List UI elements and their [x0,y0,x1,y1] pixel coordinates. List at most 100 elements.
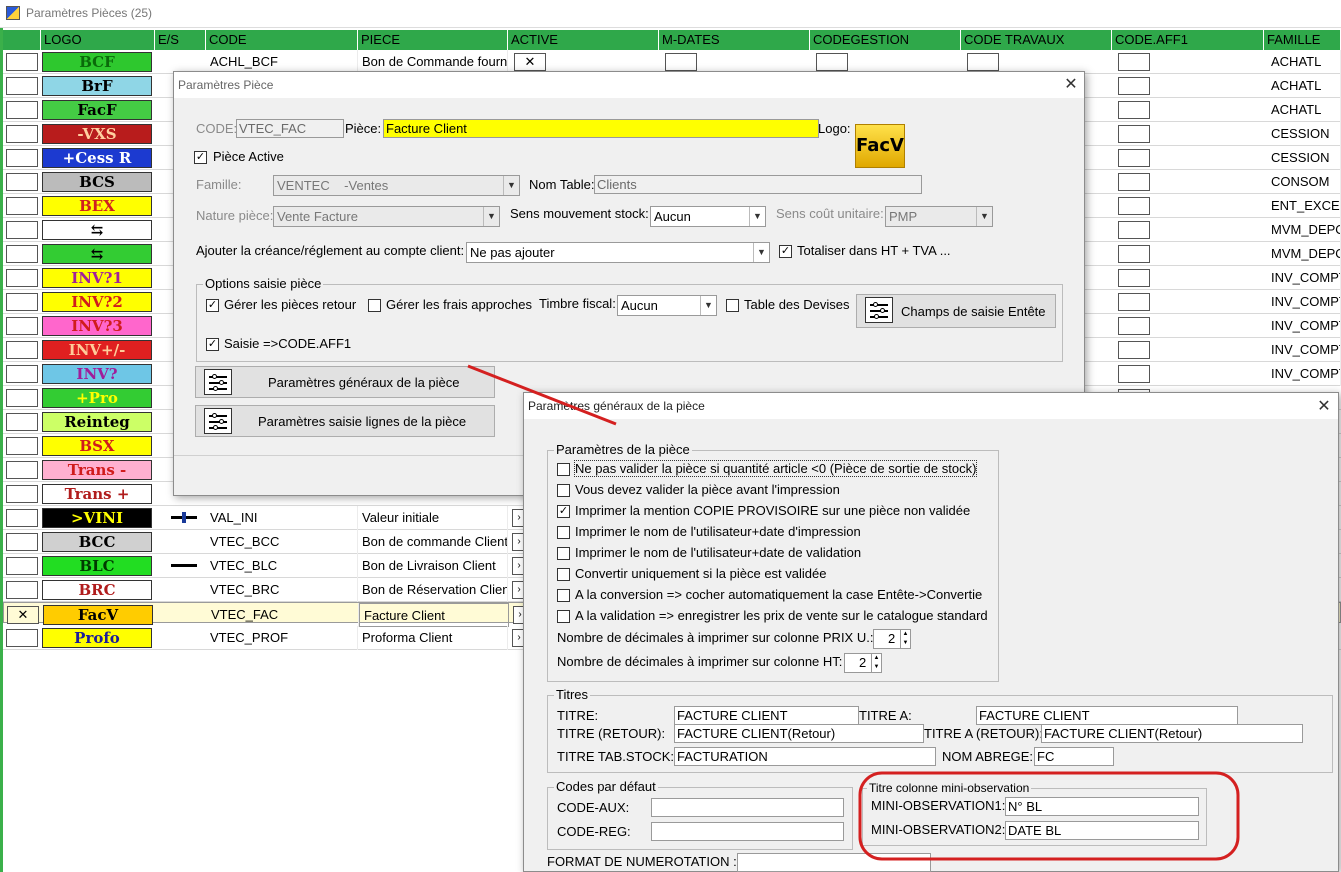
row-select-checkbox[interactable] [6,389,38,407]
totaliser-checkbox[interactable]: ✓ [779,245,792,258]
spin-down-icon[interactable]: ▼ [871,663,881,672]
param-checkbox[interactable] [557,463,570,476]
titre-a-retour-field[interactable]: FACTURE CLIENT(Retour) [1041,724,1303,743]
row-select-checkbox[interactable] [6,341,38,359]
close-icon[interactable]: ✕ [1061,74,1081,94]
saisie-aff-checkbox[interactable]: ✓ [206,338,219,351]
row-select-checkbox[interactable] [6,461,38,479]
row-select-checkbox[interactable] [6,77,38,95]
piece-field[interactable]: Facture Client [383,119,819,138]
format-numerotation-field[interactable] [737,853,931,872]
row-select-checkbox[interactable] [6,365,38,383]
column-header-code[interactable]: CODE [206,30,358,50]
column-header-e-s[interactable]: E/S [155,30,206,50]
params-lignes-button[interactable]: Paramètres saisie lignes de la pièce [195,405,495,437]
active-checkbox[interactable]: ✕ [514,53,546,71]
mini1-field[interactable]: N° BL [1005,797,1199,816]
row-select-checkbox[interactable]: ✕ [7,606,39,624]
param-checkbox[interactable] [557,484,570,497]
row-select-checkbox[interactable] [6,437,38,455]
row-select-checkbox[interactable] [6,629,38,647]
code-aff1-checkbox[interactable] [1118,173,1150,191]
params-generaux-button[interactable]: Paramètres généraux de la pièce [195,366,495,398]
code-aff1-checkbox[interactable] [1118,341,1150,359]
row-select-checkbox[interactable] [6,413,38,431]
column-header-logo[interactable]: LOGO [41,30,155,50]
code-aff1-checkbox[interactable] [1118,365,1150,383]
param-checkbox[interactable]: ✓ [557,505,570,518]
code-aff1-checkbox[interactable] [1118,53,1150,71]
column-header-famille[interactable]: FAMILLE [1264,30,1341,50]
code-aff1-checkbox[interactable] [1118,269,1150,287]
code-aff1-checkbox[interactable] [1118,77,1150,95]
param-checkbox[interactable] [557,589,570,602]
ajouter-select[interactable]: Ne pas ajouter ▼ [466,242,770,263]
nom-table-field[interactable]: Clients [594,175,922,194]
mdates-checkbox[interactable] [665,53,697,71]
code-aux-field[interactable] [651,798,844,817]
sens-stock-select[interactable]: Aucun ▼ [650,206,766,227]
code-reg-field[interactable] [651,822,844,841]
row-select-checkbox[interactable] [6,173,38,191]
code-aff1-checkbox[interactable] [1118,293,1150,311]
mini2-field[interactable]: DATE BL [1005,821,1199,840]
piece-active-checkbox[interactable]: ✓ [194,151,207,164]
titre-field[interactable]: FACTURE CLIENT [674,706,859,725]
nom-abrege-field[interactable]: FC [1034,747,1114,766]
param-checkbox[interactable] [557,568,570,581]
nature-select[interactable]: Vente Facture ▼ [273,206,500,227]
column-header-select[interactable] [3,30,41,50]
sens-cout-select[interactable]: PMP ▼ [885,206,993,227]
code-field[interactable]: VTEC_FAC [236,119,344,138]
code-aff1-checkbox[interactable] [1118,125,1150,143]
code-aff1-checkbox[interactable] [1118,221,1150,239]
code-aff1-checkbox[interactable] [1118,101,1150,119]
gerer-retour-checkbox[interactable]: ✓ [206,299,219,312]
code-aff1-checkbox[interactable] [1118,149,1150,167]
spin-down-icon[interactable]: ▼ [900,639,910,648]
code-aff1-checkbox[interactable] [1118,317,1150,335]
code-aff1-checkbox[interactable] [1118,197,1150,215]
row-select-checkbox[interactable] [6,53,38,71]
table-devises-checkbox[interactable] [726,299,739,312]
param-checkbox[interactable] [557,547,570,560]
row-select-checkbox[interactable] [6,101,38,119]
logo-preview[interactable]: FacV [855,124,905,168]
titre-retour-field[interactable]: FACTURE CLIENT(Retour) [674,724,924,743]
row-select-checkbox[interactable] [6,557,38,575]
row-select-checkbox[interactable] [6,509,38,527]
row-select-checkbox[interactable] [6,581,38,599]
titre-a-field[interactable]: FACTURE CLIENT [976,706,1238,725]
row-select-checkbox[interactable] [6,317,38,335]
column-header-piece[interactable]: PIECE [358,30,508,50]
row-select-checkbox[interactable] [6,125,38,143]
timbre-select[interactable]: Aucun ▼ [617,295,717,316]
spin-up-icon[interactable]: ▲ [900,630,910,639]
column-header-m-dates[interactable]: M-DATES [659,30,810,50]
column-header-code-travaux[interactable]: CODE TRAVAUX [961,30,1112,50]
column-header-code-aff1[interactable]: CODE.AFF1 [1112,30,1264,50]
row-select-checkbox[interactable] [6,245,38,263]
titre-tab-field[interactable]: FACTURATION [674,747,936,766]
column-header-codegestion[interactable]: CODEGESTION [810,30,961,50]
row-select-checkbox[interactable] [6,269,38,287]
param-checkbox[interactable] [557,610,570,623]
row-select-checkbox[interactable] [6,293,38,311]
param-checkbox[interactable] [557,526,570,539]
dec-ht-spinner[interactable]: 2 ▲ ▼ [844,653,882,673]
row-select-checkbox[interactable] [6,533,38,551]
codegestion-checkbox[interactable] [816,53,848,71]
row-select-checkbox[interactable] [6,149,38,167]
spin-up-icon[interactable]: ▲ [871,654,881,663]
gerer-frais-checkbox[interactable] [368,299,381,312]
champs-saisie-button[interactable]: Champs de saisie Entête [856,294,1056,328]
row-select-checkbox[interactable] [6,221,38,239]
code-aff1-checkbox[interactable] [1118,245,1150,263]
dec-prix-spinner[interactable]: 2 ▲ ▼ [873,629,911,649]
column-header-active[interactable]: ACTIVE [508,30,659,50]
row-select-checkbox[interactable] [6,197,38,215]
famille-select[interactable]: VENTEC -Ventes ▼ [273,175,520,196]
row-select-checkbox[interactable] [6,485,38,503]
close-icon[interactable]: ✕ [1314,396,1334,416]
code-travaux-checkbox[interactable] [967,53,999,71]
